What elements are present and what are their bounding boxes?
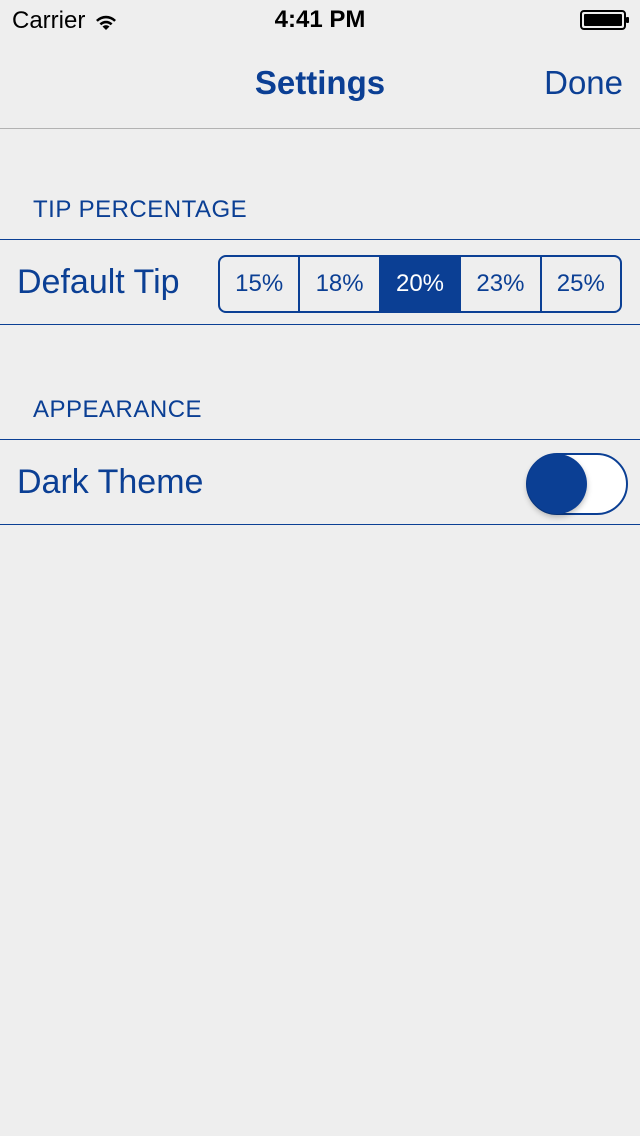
tip-segment-25[interactable]: 25% [542, 257, 620, 311]
tip-percentage-segmented-control: 15% 18% 20% 23% 25% [218, 255, 622, 313]
dark-theme-label: Dark Theme [17, 463, 204, 501]
default-tip-cell: Default Tip 15% 18% 20% 23% 25% [0, 239, 640, 325]
tip-segment-23[interactable]: 23% [461, 257, 542, 311]
default-tip-label: Default Tip [17, 263, 180, 301]
status-bar: Carrier 4:41 PM [0, 0, 640, 40]
navigation-bar: Settings Done [0, 40, 640, 129]
tip-segment-15[interactable]: 15% [220, 257, 301, 311]
tip-segment-18[interactable]: 18% [300, 257, 381, 311]
status-time: 4:41 PM [274, 6, 366, 33]
dark-theme-toggle[interactable] [526, 453, 628, 515]
done-button[interactable]: Done [544, 64, 623, 102]
section-header-tip-percentage: TIP PERCENTAGE [33, 196, 248, 223]
toggle-knob [527, 454, 587, 514]
dark-theme-cell: Dark Theme [0, 439, 640, 525]
battery-icon [580, 10, 629, 30]
section-header-appearance: APPEARANCE [33, 396, 203, 423]
tip-segment-20[interactable]: 20% [380, 257, 462, 311]
